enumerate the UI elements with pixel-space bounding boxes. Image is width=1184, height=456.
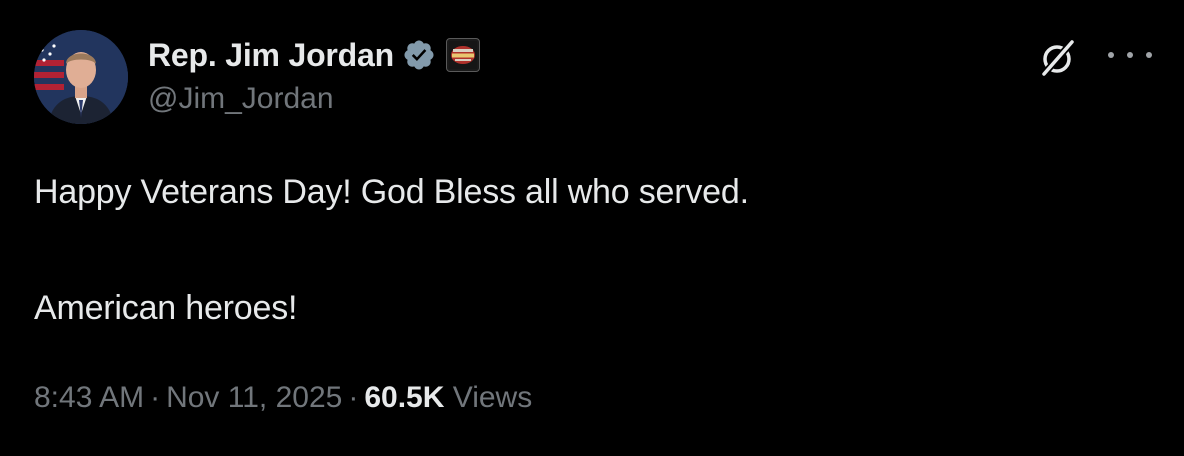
tweet-date[interactable]: Nov 11, 2025 <box>166 381 342 414</box>
tweet-time[interactable]: 8:43 AM <box>34 381 144 414</box>
tweet-text-line: Happy Veterans Day! God Bless all who se… <box>34 173 749 211</box>
verified-badge-icon[interactable] <box>402 38 436 72</box>
more-dot-icon <box>1146 52 1152 58</box>
grok-icon[interactable] <box>1038 38 1078 78</box>
more-dot-icon <box>1108 52 1114 58</box>
avatar[interactable] <box>34 30 128 124</box>
views-count[interactable]: 60.5K <box>364 381 444 414</box>
more-dot-icon <box>1127 52 1133 58</box>
affiliation-badge-icon[interactable] <box>445 38 480 72</box>
author-display-name[interactable]: Rep. Jim Jordan <box>148 37 394 74</box>
tweet-text: Happy Veterans Day! God Bless all who se… <box>34 172 749 328</box>
author-handle[interactable]: @Jim_Jordan <box>148 82 334 116</box>
tweet-card: Rep. Jim Jordan @Jim_Jordan Happy Vetera… <box>0 0 1184 456</box>
more-options-icon[interactable] <box>1108 40 1152 70</box>
views-label[interactable]: Views <box>453 381 532 414</box>
meta-separator: · <box>348 381 359 414</box>
tweet-meta: 8:43 AM · Nov 11, 2025 · 60.5K Views <box>34 378 532 418</box>
tweet-text-line: American heroes! <box>34 289 298 327</box>
author-name-row: Rep. Jim Jordan <box>148 34 480 76</box>
meta-separator: · <box>150 381 161 414</box>
